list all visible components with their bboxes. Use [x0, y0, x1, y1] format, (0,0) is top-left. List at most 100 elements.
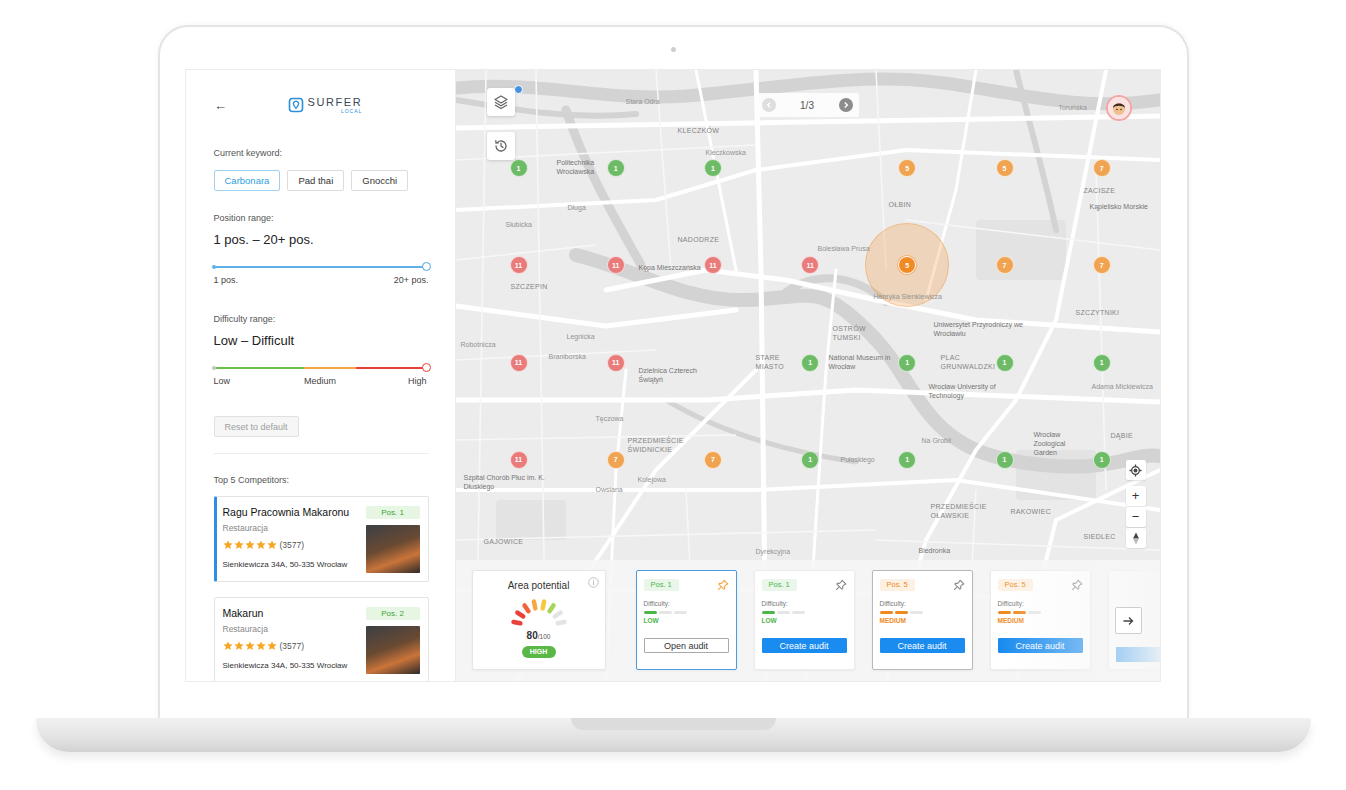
layers-icon: [493, 94, 509, 110]
laptop-notch: [571, 718, 776, 730]
map-label: Na Grobli: [922, 436, 952, 445]
locate-button[interactable]: [1126, 460, 1146, 480]
restaurant-photo: [366, 525, 420, 573]
star-icon: [256, 641, 266, 651]
compass-button[interactable]: [1126, 528, 1146, 548]
difficulty-level-label: Medium: [304, 376, 356, 387]
map-marker[interactable]: 1: [801, 451, 819, 469]
position-range-value: 1 pos. – 20+ pos.: [214, 232, 429, 248]
map-label: PRZEDMIEŚCIE ŚWIDNICKIE: [628, 436, 692, 454]
map-marker[interactable]: 11: [607, 354, 625, 372]
info-icon[interactable]: [588, 577, 599, 588]
difficulty-range-value: Low – Difficult: [214, 333, 429, 349]
audit-button[interactable]: Create audit: [762, 638, 847, 653]
map-marker[interactable]: 1: [704, 159, 722, 177]
zoom-out-button[interactable]: −: [1126, 507, 1146, 527]
pin-icon[interactable]: [953, 579, 965, 591]
star-icon: [223, 641, 233, 651]
competitor-card[interactable]: Ragu Pracownia Makaronu Pos. 1 Restaurac…: [214, 496, 429, 582]
map-label: Stara Odra: [626, 97, 660, 106]
keyword-chip[interactable]: Carbonara: [214, 170, 281, 191]
history-button[interactable]: [487, 132, 515, 160]
difficulty-slider[interactable]: [214, 363, 427, 373]
position-slider[interactable]: [214, 262, 427, 272]
locate-icon: [1129, 464, 1142, 477]
pin-icon[interactable]: [1071, 579, 1083, 591]
result-card[interactable]: Pos. 1 Difficulty: LOW Create audit: [754, 570, 855, 670]
pin-icon[interactable]: [717, 579, 729, 591]
next-results-button[interactable]: [1115, 607, 1142, 634]
map-label: PRZEDMIEŚCIE OŁAWSKIE: [931, 502, 1011, 520]
map-marker[interactable]: 11: [510, 451, 528, 469]
map-marker[interactable]: 7: [1093, 159, 1111, 177]
review-count: (3577): [280, 641, 305, 651]
reset-button[interactable]: Reset to default: [214, 416, 299, 437]
potential-gauge: [504, 596, 574, 630]
map-label: Wrocław University of Technology: [929, 382, 1009, 400]
map-label: Słubicka: [506, 220, 532, 229]
laptop-base: [36, 718, 1311, 752]
difficulty-bar: [998, 611, 1083, 614]
pin-icon[interactable]: [835, 579, 847, 591]
map-label: NADODRZE: [678, 235, 720, 244]
page: ← SURFER LOCAL Current keyword: Carbonar…: [0, 0, 1346, 790]
logo-name: SURFER: [308, 97, 363, 108]
map-marker[interactable]: 7: [704, 451, 722, 469]
divider: [214, 453, 429, 454]
difficulty-range-label: Difficulty range:: [214, 314, 429, 325]
map-marker[interactable]: 7: [1093, 256, 1111, 274]
previous-button[interactable]: [762, 98, 776, 112]
pagination-text: 1/3: [800, 100, 814, 111]
difficulty-bar: [880, 611, 965, 614]
chevron-right-icon: [840, 99, 852, 111]
keyword-chips: Carbonara Pad thai Gnocchi: [214, 170, 429, 191]
difficulty-min-handle[interactable]: [212, 366, 216, 370]
map-label: PLAC GRUNWALDZKI: [941, 353, 996, 371]
keyword-label: Current keyword:: [214, 148, 429, 159]
layers-button[interactable]: [487, 88, 515, 116]
difficulty-value: LOW: [762, 617, 847, 625]
star-icon: [245, 641, 255, 651]
map-marker[interactable]: 1: [1093, 451, 1111, 469]
map-marker[interactable]: 1: [996, 451, 1014, 469]
audit-button[interactable]: Open audit: [644, 638, 729, 653]
laptop-screen-frame: ← SURFER LOCAL Current keyword: Carbonar…: [158, 25, 1189, 718]
competitor-name: Ragu Pracownia Makaronu: [223, 505, 362, 519]
map[interactable]: Stara OdraKLECZKÓWKleczkowskaPolitechnik…: [456, 70, 1160, 681]
difficulty-max-handle[interactable]: [422, 363, 431, 372]
map-marker[interactable]: 1: [801, 354, 819, 372]
map-marker[interactable]: 7: [996, 256, 1014, 274]
result-card[interactable]: Pos. 5 Difficulty: MEDIUM Create audit: [990, 570, 1091, 670]
map-marker[interactable]: 1: [607, 159, 625, 177]
map-marker[interactable]: 7: [607, 451, 625, 469]
audit-button[interactable]: Create audit: [880, 638, 965, 653]
map-marker[interactable]: 1: [898, 354, 916, 372]
map-label: DĄBIE: [1111, 431, 1134, 440]
difficulty-bar: [762, 611, 847, 614]
keyword-chip[interactable]: Gnocchi: [351, 170, 408, 191]
rating: (3577): [223, 640, 362, 651]
star-icon: [256, 540, 266, 550]
map-marker[interactable]: 1: [1093, 354, 1111, 372]
keyword-chip[interactable]: Pad thai: [287, 170, 344, 191]
back-button[interactable]: ←: [214, 97, 228, 113]
zoom-in-button[interactable]: +: [1126, 486, 1146, 506]
result-card[interactable]: Pos. 5 Difficulty: MEDIUM Create audit: [872, 570, 973, 670]
result-card[interactable]: Pos. 1 Difficulty: LOW Open audit: [636, 570, 737, 670]
map-marker[interactable]: 5: [996, 159, 1014, 177]
next-page-button[interactable]: [839, 98, 853, 112]
position-badge: Pos. 1: [762, 579, 797, 591]
position-badge: Pos. 1: [644, 579, 679, 591]
user-avatar[interactable]: [1106, 95, 1132, 121]
position-min-handle[interactable]: [212, 265, 216, 269]
map-marker[interactable]: 11: [607, 256, 625, 274]
competitor-card[interactable]: Makarun Pos. 2 Restauracja (3577) Sienki…: [214, 597, 429, 681]
map-marker[interactable]: 1: [996, 354, 1014, 372]
audit-button[interactable]: Create audit: [998, 638, 1083, 653]
map-marker[interactable]: 1: [510, 159, 528, 177]
map-marker[interactable]: 11: [510, 256, 528, 274]
map-label: Kępa Mieszczańska: [639, 263, 701, 272]
position-max-handle[interactable]: [422, 262, 431, 271]
map-marker[interactable]: 11: [510, 354, 528, 372]
difficulty-label: Difficulty:: [644, 600, 729, 608]
